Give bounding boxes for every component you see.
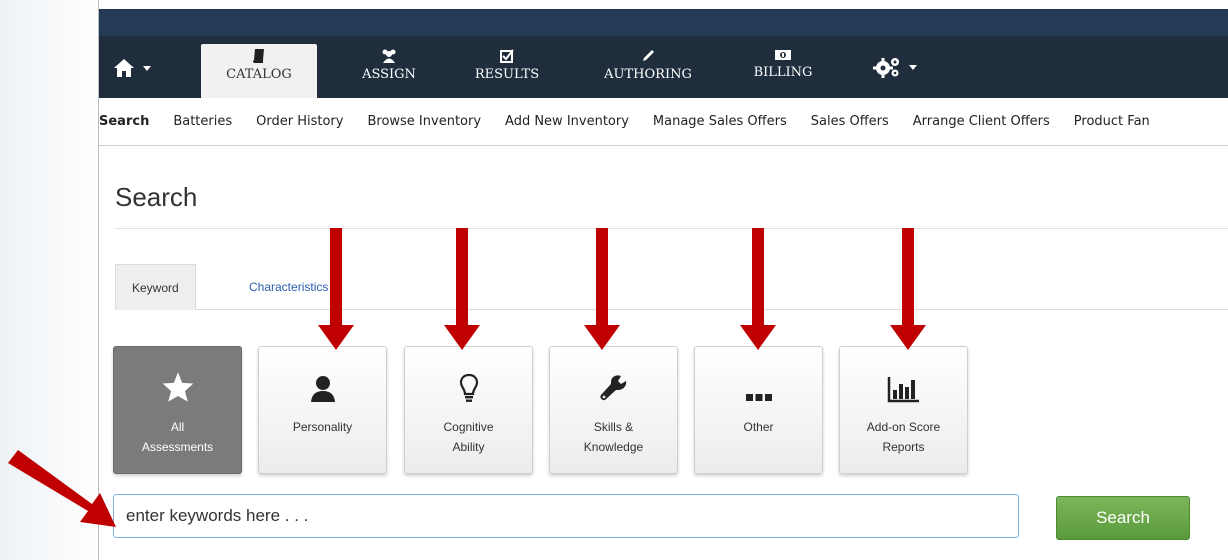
- tile-label: Skills & Knowledge: [583, 420, 644, 454]
- wrench-icon: [599, 375, 626, 401]
- app-window: CATALOG ASSIGN RESULTS AUTHORING BILLING…: [98, 0, 1228, 560]
- lightbulb-icon: [459, 373, 478, 402]
- pencil-icon: [643, 50, 654, 61]
- nav-tab-label: CATALOG: [226, 67, 292, 82]
- nav-tab-billing[interactable]: BILLING: [745, 44, 821, 98]
- catalog-subnav: Search Batteries Order History Browse In…: [99, 98, 1228, 146]
- subnav-add-new-inventory[interactable]: Add New Inventory: [505, 114, 629, 129]
- nav-tab-label: AUTHORING: [604, 67, 692, 82]
- category-personality[interactable]: Personality: [258, 346, 387, 474]
- users-icon: [382, 49, 396, 63]
- tile-label: Other: [743, 420, 774, 434]
- subnav-arrange-client-offers[interactable]: Arrange Client Offers: [913, 114, 1050, 129]
- home-menu[interactable]: [113, 56, 151, 80]
- nav-tab-label: ASSIGN: [362, 67, 416, 82]
- category-other[interactable]: Other: [694, 346, 823, 474]
- subnav-batteries[interactable]: Batteries: [173, 114, 232, 129]
- subnav-search[interactable]: Search: [99, 114, 149, 129]
- category-cognitive-ability[interactable]: Cognitive Ability: [404, 346, 533, 474]
- ellipsis-icon: [745, 394, 772, 401]
- money-icon: [775, 50, 791, 60]
- star-icon: [162, 372, 193, 402]
- settings-menu[interactable]: [873, 56, 917, 78]
- page-title: Search: [115, 182, 198, 212]
- search-tabs: Keyword Characteristics: [115, 264, 1228, 310]
- subnav-order-history[interactable]: Order History: [256, 114, 343, 129]
- tile-label: Personality: [292, 420, 353, 434]
- subnav-sales-offers[interactable]: Sales Offers: [811, 114, 889, 129]
- window-titlebar: [99, 9, 1228, 36]
- subnav-browse-inventory[interactable]: Browse Inventory: [367, 114, 481, 129]
- tile-label: All Assessments: [141, 420, 214, 454]
- chevron-down-icon: [909, 64, 917, 70]
- book-icon: [253, 49, 264, 63]
- subnav-product-families[interactable]: Product Fan: [1074, 114, 1150, 129]
- gears-icon: [873, 58, 899, 78]
- person-icon: [310, 376, 335, 402]
- chevron-down-icon: [143, 65, 151, 71]
- tile-label: Add-on Score Reports: [866, 420, 941, 454]
- tile-label: Cognitive Ability: [443, 420, 494, 454]
- tab-characteristics[interactable]: Characteristics: [233, 264, 344, 310]
- search-button[interactable]: Search: [1056, 496, 1190, 540]
- nav-tab-catalog[interactable]: CATALOG: [201, 44, 317, 98]
- nav-tab-authoring[interactable]: AUTHORING: [593, 44, 703, 98]
- category-all-assessments[interactable]: All Assessments: [113, 346, 242, 474]
- divider: [115, 228, 1228, 229]
- nav-tab-assign[interactable]: ASSIGN: [349, 44, 429, 98]
- category-add-on-score-reports[interactable]: Add-on Score Reports: [839, 346, 968, 474]
- subnav-manage-sales-offers[interactable]: Manage Sales Offers: [653, 114, 787, 129]
- nav-tab-label: BILLING: [753, 65, 813, 80]
- main-nav: CATALOG ASSIGN RESULTS AUTHORING BILLING: [99, 36, 1228, 98]
- keyword-search-input[interactable]: [113, 494, 1019, 538]
- bar-chart-icon: [887, 377, 919, 403]
- tab-keyword[interactable]: Keyword: [115, 264, 196, 310]
- category-skills-knowledge[interactable]: Skills & Knowledge: [549, 346, 678, 474]
- nav-tab-label: RESULTS: [474, 67, 540, 82]
- home-icon: [114, 59, 134, 77]
- nav-tab-results[interactable]: RESULTS: [467, 44, 547, 98]
- checkbox-icon: [500, 49, 514, 63]
- left-margin: [0, 0, 100, 560]
